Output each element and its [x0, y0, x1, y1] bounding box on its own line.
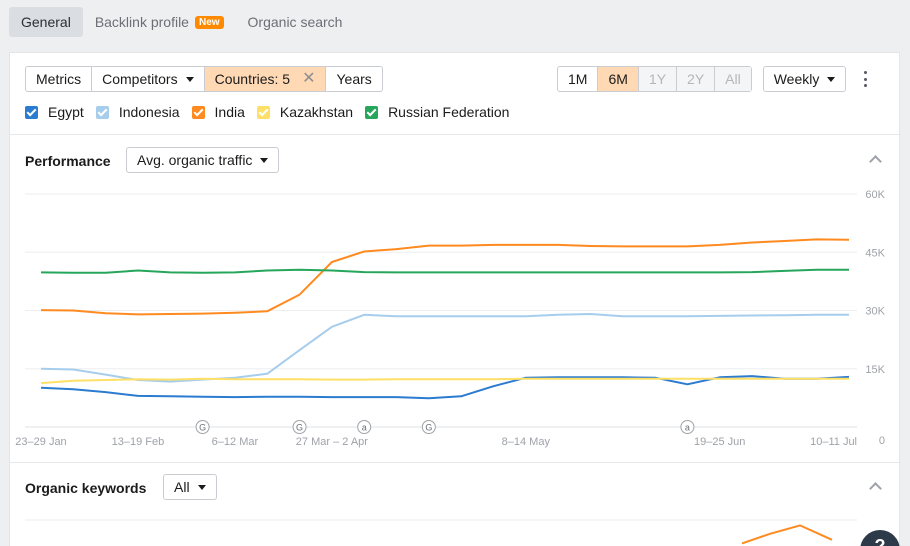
legend-india[interactable]: India: [191, 104, 245, 120]
checkbox-checked-icon[interactable]: [256, 105, 270, 119]
tab-organic-search[interactable]: Organic search: [236, 7, 355, 37]
metrics-button[interactable]: Metrics: [26, 67, 93, 91]
y-tick-label: 15K: [865, 364, 885, 376]
x-tick-label: 19–25 Jun: [694, 436, 745, 448]
countries-filter[interactable]: Countries: 5 ✕: [204, 67, 327, 91]
series-line-india[interactable]: [741, 524, 833, 545]
caret-down-icon: [827, 76, 836, 82]
range-6m[interactable]: 6M: [598, 67, 639, 91]
y-tick-label: 45K: [865, 247, 885, 259]
competitors-dropdown[interactable]: Competitors: [92, 67, 205, 91]
range-all[interactable]: All: [715, 67, 751, 91]
x-tick-label: 10–11 Jul: [810, 436, 857, 448]
series-line-india[interactable]: [40, 238, 850, 316]
filter-controls: Metrics Competitors Countries: 5 ✕ Years: [25, 66, 383, 92]
x-tick-label: 23–29 Jan: [15, 436, 66, 448]
legend-egypt[interactable]: Egypt: [25, 104, 84, 120]
x-tick-label: 27 Mar – 2 Apr: [296, 436, 368, 448]
performance-chart: 0 15K 30K 45K 60K G Ga Ga 23–29 Jan 13–19 Feb 6–12…: [15, 189, 885, 448]
caret-down-icon: [185, 76, 194, 82]
annotation-label: a: [685, 423, 690, 433]
annotation-label: G: [425, 423, 432, 433]
collapse-chevron-icon[interactable]: [869, 482, 882, 495]
series-line-indonesia[interactable]: [40, 313, 849, 383]
divider: [10, 462, 899, 463]
more-options-icon[interactable]: [862, 71, 868, 87]
metric-dropdown[interactable]: Avg. organic traffic: [126, 147, 280, 173]
range-1y[interactable]: 1Y: [638, 67, 678, 91]
checkbox-checked-icon[interactable]: [191, 105, 205, 119]
overview-panel: Metrics Competitors Countries: 5 ✕ Years …: [9, 52, 900, 546]
range-segment: 1M 6M 1Y 2Y All: [557, 66, 752, 92]
filter-segment: Metrics Competitors Countries: 5 ✕ Years: [25, 66, 383, 92]
performance-title: Performance: [25, 153, 111, 169]
caret-down-icon: [197, 484, 206, 490]
tab-general[interactable]: General: [9, 7, 83, 37]
years-button[interactable]: Years: [326, 67, 381, 91]
collapse-chevron-icon[interactable]: [869, 155, 882, 168]
country-legend: Egypt Indonesia India Kazakhstan Russian…: [25, 104, 521, 120]
y-tick-label: 30K: [865, 306, 885, 318]
keywords-filter-dropdown[interactable]: All: [163, 474, 217, 500]
tab-backlink-profile[interactable]: Backlink profile New: [83, 7, 236, 37]
organic-keywords-title: Organic keywords: [25, 480, 147, 496]
caret-down-icon: [260, 157, 269, 163]
checkbox-checked-icon[interactable]: [365, 105, 379, 119]
x-tick-label: 6–12 Mar: [212, 436, 259, 448]
checkbox-checked-icon[interactable]: [95, 105, 109, 119]
annotation-label: a: [362, 423, 367, 433]
checkbox-checked-icon[interactable]: [25, 105, 38, 119]
range-controls: 1M 6M 1Y 2Y All Weekly: [557, 66, 847, 92]
y-tick-label: 60K: [865, 189, 885, 201]
series-line-russian-federation[interactable]: [40, 268, 849, 274]
legend-indonesia[interactable]: Indonesia: [95, 104, 180, 120]
keywords-chart: [25, 519, 857, 545]
legend-kazakhstan[interactable]: Kazakhstan: [256, 104, 353, 120]
annotation-label: G: [199, 423, 206, 433]
range-2y[interactable]: 2Y: [677, 67, 716, 91]
legend-russian-federation[interactable]: Russian Federation: [365, 104, 509, 120]
x-tick-label: 8–14 May: [502, 436, 551, 448]
annotation-label: G: [296, 423, 303, 433]
top-tabs: General Backlink profile New Organic sea…: [9, 7, 354, 37]
close-icon[interactable]: ✕: [302, 71, 315, 87]
range-1m[interactable]: 1M: [558, 67, 599, 91]
divider: [10, 134, 899, 135]
x-tick-label: 13–19 Feb: [112, 436, 165, 448]
new-badge: New: [194, 15, 224, 29]
y-tick-label: 0: [879, 435, 885, 447]
interval-dropdown[interactable]: Weekly: [762, 66, 847, 92]
